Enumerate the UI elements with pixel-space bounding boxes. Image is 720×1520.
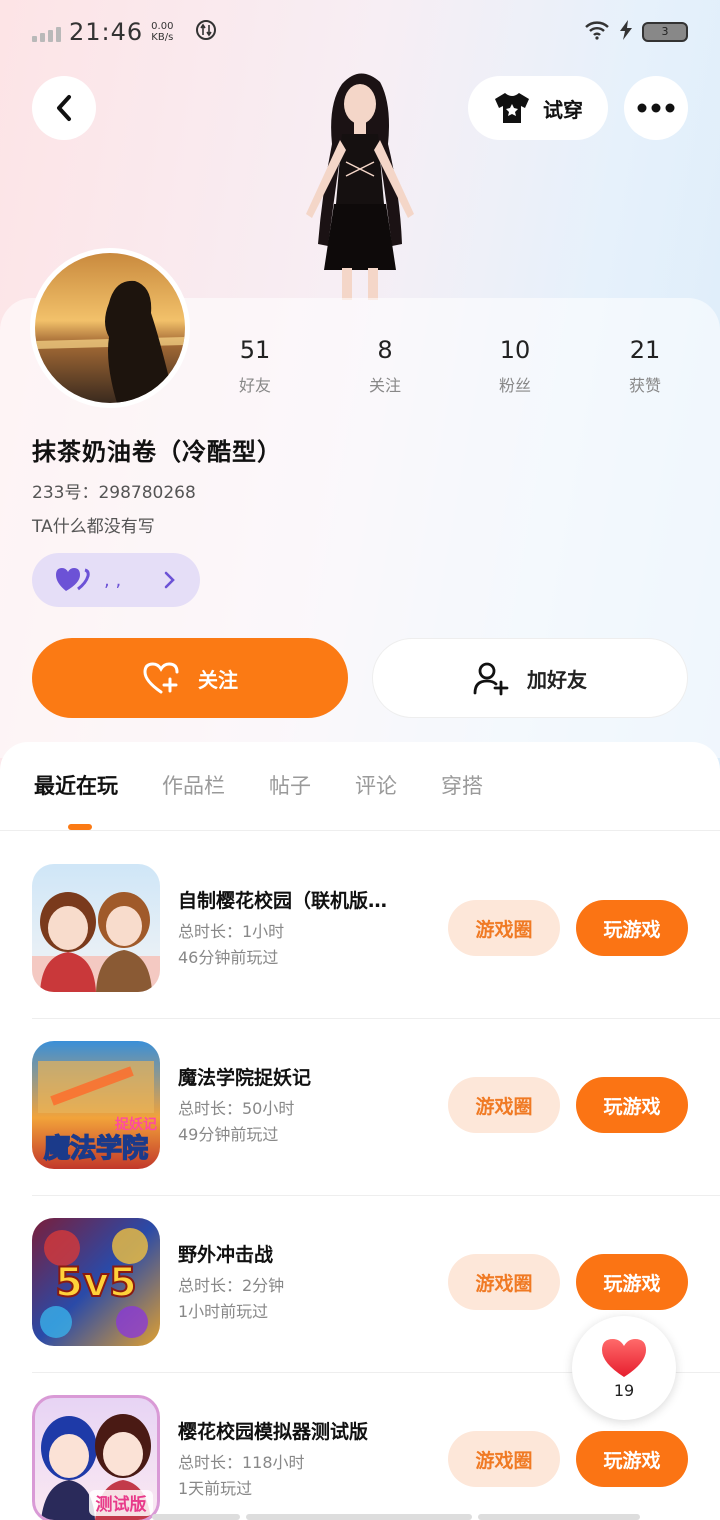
tshirt-icon xyxy=(495,93,529,123)
tab-posts[interactable]: 帖子 xyxy=(269,770,311,800)
play-game-button[interactable]: 玩游戏 xyxy=(576,1254,688,1310)
data-sync-icon xyxy=(195,19,217,46)
user-id: 233号：298780268 xyxy=(32,483,196,503)
game-icon-sakura-online[interactable] xyxy=(32,864,160,992)
more-dots-icon xyxy=(637,103,675,113)
scroll-hint xyxy=(152,1514,240,1520)
clock: 21:46 xyxy=(69,18,144,46)
chevron-left-icon xyxy=(57,95,71,121)
like-count: 19 xyxy=(613,1380,635,1400)
relationship-badge[interactable]: , , xyxy=(32,553,200,607)
stat-followers[interactable]: 10 粉丝 xyxy=(450,336,580,396)
game-title: 樱花校园模拟器测试版 xyxy=(178,1421,369,1443)
game-last-played: 46分钟前玩过 xyxy=(178,948,279,967)
play-game-button[interactable]: 玩游戏 xyxy=(576,1077,688,1133)
stat-following[interactable]: 8 关注 xyxy=(320,336,450,396)
hearts-icon xyxy=(56,568,90,591)
tab-divider xyxy=(0,830,720,831)
user-bio: TA什么都没有写 xyxy=(32,517,155,537)
like-button[interactable]: 19 xyxy=(572,1316,676,1420)
game-circle-button[interactable]: 游戏圈 xyxy=(448,1254,560,1310)
game-circle-button[interactable]: 游戏圈 xyxy=(448,900,560,956)
game-circle-button[interactable]: 游戏圈 xyxy=(448,1077,560,1133)
game-duration: 总时长：2分钟 xyxy=(178,1276,285,1295)
game-icon-magic-academy[interactable]: 魔法学院 捉妖记 xyxy=(32,1041,160,1169)
wifi-icon xyxy=(584,20,610,44)
battery-icon: 3 xyxy=(642,22,688,42)
scroll-hint xyxy=(246,1514,472,1520)
play-game-button[interactable]: 玩游戏 xyxy=(576,900,688,956)
game-last-played: 1天前玩过 xyxy=(178,1479,253,1498)
game-duration: 总时长：1小时 xyxy=(178,922,285,941)
game-last-played: 49分钟前玩过 xyxy=(178,1125,279,1144)
tab-works[interactable]: 作品栏 xyxy=(162,770,225,800)
charging-icon xyxy=(620,20,632,44)
game-row[interactable]: 魔法学院 捉妖记 魔法学院捉妖记 总时长：50小时 49分钟前玩过 游戏圈 玩游… xyxy=(32,1019,720,1196)
add-user-icon xyxy=(473,662,509,696)
add-friend-label: 加好友 xyxy=(527,667,587,692)
stat-likes[interactable]: 21 获赞 xyxy=(580,336,710,396)
chevron-right-icon xyxy=(164,571,175,589)
tab-comments[interactable]: 评论 xyxy=(355,770,397,800)
profile-stats: 51 好友 8 关注 10 粉丝 21 获赞 xyxy=(190,336,710,396)
profile-tabs: 最近在玩 作品栏 帖子 评论 穿搭 xyxy=(34,770,483,800)
game-icon-sakura-test[interactable]: 测试版 xyxy=(32,1395,160,1520)
more-button[interactable] xyxy=(624,76,688,140)
tab-outfits[interactable]: 穿搭 xyxy=(441,770,483,800)
status-bar: 21:46 0.00 KB/s 3 xyxy=(0,0,720,64)
back-button[interactable] xyxy=(32,76,96,140)
tab-recently-played[interactable]: 最近在玩 xyxy=(34,770,118,800)
net-speed: 0.00 KB/s xyxy=(151,21,174,43)
game-row[interactable]: 自制樱花校园（联机版… 总时长：1小时 46分钟前玩过 游戏圈 玩游戏 xyxy=(32,842,720,1019)
moba-game-logo: 5v5 xyxy=(55,1260,137,1306)
game-icon-wild-battle[interactable]: 5v5 xyxy=(32,1218,160,1346)
game-title: 魔法学院捉妖记 xyxy=(178,1067,312,1089)
scroll-hint xyxy=(478,1514,640,1520)
add-friend-button[interactable]: 加好友 xyxy=(372,638,688,718)
game-duration: 总时长：50小时 xyxy=(178,1099,295,1118)
test-version-badge: 测试版 xyxy=(96,1494,147,1515)
follow-label: 关注 xyxy=(198,667,238,692)
game-last-played: 1小时前玩过 xyxy=(178,1302,269,1321)
heart-plus-icon xyxy=(143,662,179,694)
avatar-3d-figure[interactable] xyxy=(280,64,440,300)
username: 抹茶奶油卷（冷酷型） xyxy=(32,438,282,466)
game-title: 自制樱花校园（联机版… xyxy=(178,890,388,912)
game-circle-button[interactable]: 游戏圈 xyxy=(448,1431,560,1487)
game-duration: 总时长：118小时 xyxy=(178,1453,305,1472)
heart-icon xyxy=(602,1338,646,1377)
play-game-button[interactable]: 玩游戏 xyxy=(576,1431,688,1487)
profile-avatar[interactable] xyxy=(30,248,190,408)
game-title: 野外冲击战 xyxy=(178,1244,274,1266)
stat-friends[interactable]: 51 好友 xyxy=(190,336,320,396)
magic-game-tag: 捉妖记 xyxy=(115,1116,157,1133)
try-on-label: 试穿 xyxy=(543,97,583,122)
badge-text: , , xyxy=(104,569,122,591)
follow-button[interactable]: 关注 xyxy=(32,638,348,718)
magic-game-logo: 魔法学院 xyxy=(44,1133,148,1164)
try-on-button[interactable]: 试穿 xyxy=(468,76,608,140)
signal-icon xyxy=(32,22,61,42)
